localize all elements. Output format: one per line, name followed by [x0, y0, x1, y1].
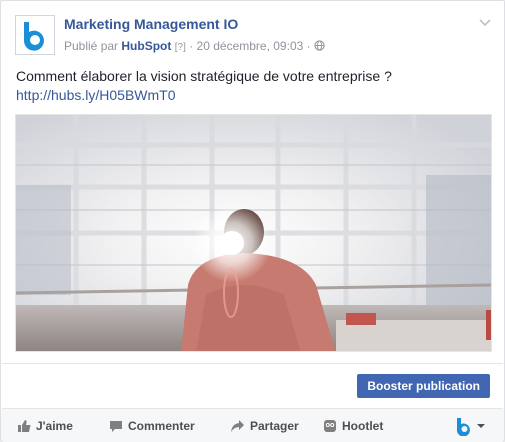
like-label: J'aime	[36, 419, 73, 433]
chevron-down-icon	[477, 424, 485, 428]
post-timestamp[interactable]: 20 décembre, 09:03	[197, 39, 304, 53]
post-options-chevron-icon[interactable]	[478, 15, 492, 27]
meta-separator: ·	[189, 39, 194, 53]
page-logo-icon	[456, 418, 470, 437]
published-by-label: Publié par	[64, 39, 119, 53]
page-name-link[interactable]: Marketing Management IO	[64, 16, 238, 32]
post-action-bar: J'aime Commenter Partager Hootlet	[1, 409, 504, 442]
like-button[interactable]: J'aime	[17, 417, 73, 435]
boost-post-button[interactable]: Booster publication	[357, 374, 490, 398]
thumbs-up-icon	[18, 420, 31, 432]
share-label: Partager	[250, 419, 299, 433]
help-marker[interactable]: [?]	[175, 42, 186, 53]
office-photo-image	[16, 115, 491, 351]
post-text: Comment élaborer la vision stratégique d…	[16, 68, 392, 84]
post-meta: Publié par HubSpot [?] · 20 décembre, 09…	[64, 39, 325, 54]
comment-label: Commenter	[128, 419, 195, 433]
globe-icon[interactable]	[314, 40, 325, 54]
comment-button[interactable]: Commenter	[109, 417, 195, 435]
comment-icon	[110, 421, 122, 432]
page-logo-icon	[16, 16, 54, 54]
post-photo[interactable]	[15, 114, 492, 352]
page-avatar[interactable]	[15, 15, 55, 55]
hootlet-owl-icon	[324, 420, 336, 432]
post-card: Marketing Management IO Publié par HubSp…	[0, 0, 505, 442]
post-message: Comment élaborer la vision stratégique d…	[16, 67, 491, 105]
hootlet-button[interactable]: Hootlet	[323, 417, 383, 435]
hootlet-label: Hootlet	[342, 419, 384, 433]
publisher-link[interactable]: HubSpot	[121, 39, 171, 53]
share-icon	[231, 420, 244, 432]
post-as-selector[interactable]	[454, 416, 488, 437]
meta-separator-2: ·	[306, 39, 311, 53]
divider	[2, 363, 503, 364]
post-link[interactable]: http://hubs.ly/H05BWmT0	[16, 86, 491, 105]
share-button[interactable]: Partager	[230, 417, 299, 435]
